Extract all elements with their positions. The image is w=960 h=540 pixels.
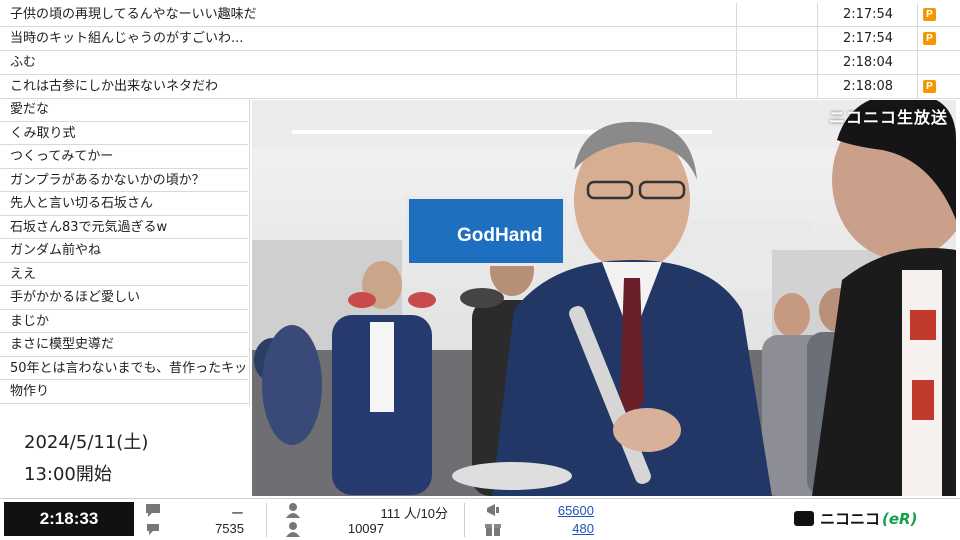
comment-list-left: 愛だな くみ取り式 つくってみてかー ガンプラがあるかないかの頃か？ 先人と言い… — [0, 98, 250, 406]
list-item[interactable]: まじか — [0, 310, 248, 333]
tv-icon — [794, 511, 814, 526]
comment-row[interactable]: 子供の頃の再現してるんやなーいい趣味だ 2:17:54 P — [0, 3, 960, 27]
comment-text: 子供の頃の再現してるんやなーいい趣味だ — [10, 7, 257, 22]
comment-text: ふむ — [10, 55, 37, 70]
comment-rate: ー — [230, 506, 244, 521]
logo-suffix: (eR) — [882, 510, 918, 528]
viewer-rate: 111 人/10分 — [380, 506, 448, 521]
list-item[interactable]: ガンダム前やね — [0, 239, 248, 263]
list-item[interactable]: 石坂さん83で元気過ぎるw — [0, 216, 248, 239]
list-item[interactable]: 愛だな — [0, 98, 248, 122]
list-item[interactable]: 先人と言い切る石坂さん — [0, 192, 248, 216]
ad-icon — [487, 504, 499, 516]
list-item[interactable]: つくってみてかー — [0, 145, 248, 169]
comment-text: 当時のキット組んじゃうのがすごいわ... — [10, 31, 244, 46]
viewer-count-icon — [286, 522, 300, 537]
premium-badge-icon: P — [923, 80, 936, 93]
list-item[interactable]: まさに模型史導だ — [0, 333, 248, 357]
viewer-count: 10097 — [347, 521, 384, 536]
comment-count-icon — [147, 524, 159, 535]
booth-sign-text: GodHand — [457, 225, 543, 246]
niconico-logo: ニコニコ (eR) — [794, 508, 917, 530]
list-item[interactable]: 手がかかるほど愛しい — [0, 286, 248, 310]
gift-icon — [485, 524, 501, 536]
list-item[interactable]: 物作り — [0, 380, 248, 404]
comment-time: 2:18:04 — [817, 51, 918, 74]
comment-text: これは古参にしか出来ないネタだわ — [10, 79, 219, 94]
broadcast-date: 2024/5/11(土) — [24, 432, 149, 453]
video-player[interactable]: GodHand ニコニコ生放送 — [252, 100, 956, 496]
list-item[interactable]: くみ取り式 — [0, 122, 248, 145]
comment-rate-icon — [146, 504, 160, 517]
comment-row[interactable]: これは古参にしか出来ないネタだわ 2:18:08 P — [0, 75, 960, 99]
logo-text: ニコニコ — [820, 510, 881, 528]
elapsed-time: 2:18:33 — [4, 502, 134, 536]
comment-row[interactable]: ふむ 2:18:04 — [0, 51, 960, 75]
premium-badge-icon: P — [923, 32, 936, 45]
list-item[interactable]: ガンプラがあるかないかの頃か？ — [0, 169, 248, 192]
viewer-rate-icon — [286, 503, 300, 518]
niconico-live-watermark: ニコニコ生放送 — [828, 108, 948, 127]
gift-points-link[interactable]: 480 — [510, 521, 594, 536]
broadcast-info: 2024/5/11(土) 13:00開始 — [0, 418, 250, 498]
comment-count: 7535 — [215, 521, 244, 536]
broadcast-start-time: 13:00開始 — [24, 464, 112, 485]
comment-time: 2:17:54 — [817, 3, 918, 26]
booth-sign: GodHand — [406, 196, 566, 266]
list-item[interactable]: 50年とは言わないまでも、昔作ったキット — [0, 357, 248, 380]
comment-time: 2:17:54 — [817, 27, 918, 50]
video-frame — [252, 100, 956, 496]
comment-row[interactable]: 当時のキット組んじゃうのがすごいわ... 2:17:54 P — [0, 27, 960, 51]
ad-points-link[interactable]: 65600 — [510, 503, 594, 518]
comment-time: 2:18:08 — [817, 75, 918, 98]
stats-bar: 2:18:33 ー 7535 111 人/10分 10097 65600 480… — [0, 498, 960, 540]
list-item[interactable]: ええ — [0, 263, 248, 286]
premium-badge-icon: P — [923, 8, 936, 21]
comment-table-top: 子供の頃の再現してるんやなーいい趣味だ 2:17:54 P 当時のキット組んじゃ… — [0, 0, 960, 99]
